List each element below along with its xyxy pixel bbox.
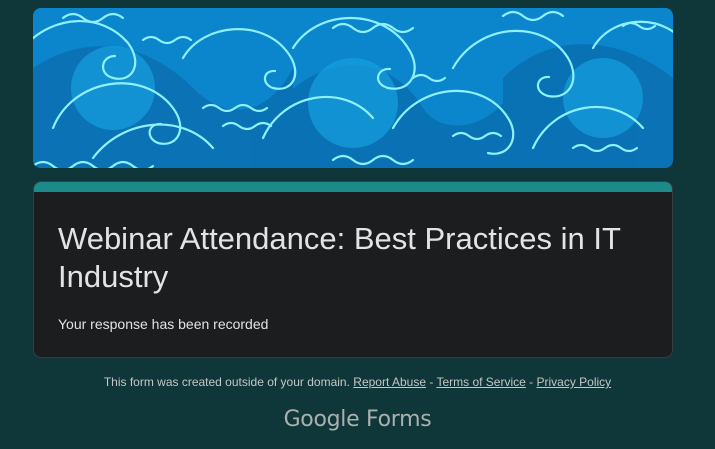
footer-separator: - <box>525 375 537 389</box>
footer-disclaimer: This form was created outside of your do… <box>0 375 715 389</box>
footer-separator: - <box>426 375 437 389</box>
header-banner-image <box>33 8 673 168</box>
form-title: Webinar Attendance: Best Practices in IT… <box>58 221 621 294</box>
report-abuse-link[interactable]: Report Abuse <box>353 375 426 389</box>
google-forms-logo[interactable]: Google Forms <box>0 407 715 432</box>
wave-pattern <box>33 8 673 168</box>
confirmation-message: Your response has been recorded <box>58 316 269 332</box>
terms-of-service-link[interactable]: Terms of Service <box>436 375 525 389</box>
privacy-policy-link[interactable]: Privacy Policy <box>536 375 611 389</box>
footer-prefix: This form was created outside of your do… <box>103 375 350 389</box>
card-accent-bar <box>34 182 672 192</box>
confirmation-card: Webinar Attendance: Best Practices in IT… <box>33 181 673 358</box>
page: Webinar Attendance: Best Practices in IT… <box>0 0 715 449</box>
